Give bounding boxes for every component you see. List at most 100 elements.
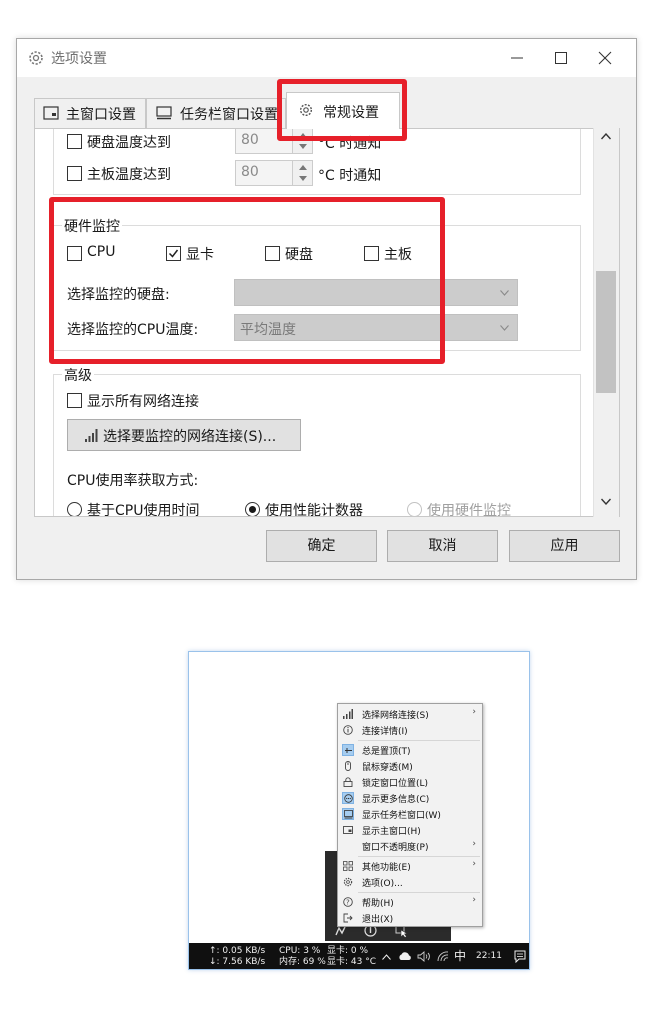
menu-item-mouse-through[interactable]: 鼠标穿透(M): [339, 758, 482, 774]
maximize-button[interactable]: [539, 39, 583, 77]
memory-usage: 内存: 69 %: [279, 957, 326, 967]
chevron-right-icon: ›: [472, 839, 476, 849]
cancel-button[interactable]: 取消: [387, 530, 498, 562]
chevron-up-icon[interactable]: [382, 954, 391, 960]
system-clock[interactable]: 22:11: [476, 951, 502, 962]
menu-separator: [358, 856, 480, 857]
close-icon: [598, 51, 612, 65]
minimize-button[interactable]: [495, 39, 539, 77]
advanced-group-title: 高级: [62, 365, 94, 385]
signal-icon: [85, 429, 98, 442]
disk-temp-label: 硬盘温度达到: [87, 135, 171, 151]
menu-item-label: 鼠标穿透(M): [362, 763, 413, 773]
menu-item-select-network[interactable]: 选择网络连接(S) ›: [339, 706, 482, 722]
lock-icon: [342, 776, 354, 788]
menu-item-always-on-top[interactable]: 总是置顶(T): [339, 742, 482, 758]
cloud-icon[interactable]: [398, 952, 412, 961]
chevron-up-icon: [299, 165, 307, 170]
board-temp-label: 主板温度达到: [87, 167, 171, 183]
perf-counter-label: 使用性能计数器: [265, 503, 363, 517]
menu-item-label: 锁定窗口位置(L): [362, 779, 429, 789]
vertical-scrollbar[interactable]: [593, 128, 619, 517]
menu-item-label: 退出(X): [362, 915, 394, 925]
spinner-value: 80: [241, 132, 259, 148]
menu-item-label: 选择网络连接(S): [362, 711, 429, 721]
tab-taskbar-window[interactable]: 任务栏窗口设置: [146, 98, 286, 128]
volume-icon[interactable]: [417, 951, 431, 962]
spinner-buttons[interactable]: [292, 161, 312, 185]
menu-item-label: 选项(O)...: [362, 879, 403, 889]
board-temp-spinner[interactable]: 80: [235, 160, 313, 186]
menu-item-label: 其他功能(E): [362, 863, 411, 873]
window-title: 选项设置: [51, 51, 107, 67]
upload-speed: ↑: 0.05 KB/s: [209, 946, 266, 956]
chevron-down-icon[interactable]: [601, 498, 611, 505]
board-temp-checkbox[interactable]: [67, 166, 82, 181]
windows-taskbar: ↑: 0.05 KB/s ↓: 7.56 KB/s CPU: 3 % 内存: 6…: [189, 943, 529, 969]
signal-icon: [342, 708, 354, 720]
wifi-icon[interactable]: [437, 951, 449, 962]
menu-item-label: 窗口不透明度(P): [362, 843, 429, 853]
menu-item-label: 显示主窗口(H): [362, 827, 421, 837]
scrollbar-thumb[interactable]: [596, 271, 616, 393]
tab-main-window[interactable]: 主窗口设置: [34, 98, 146, 128]
cpu-usage: CPU: 3 %: [279, 946, 321, 956]
tab-highlight-box: [277, 79, 407, 141]
disk-temp-checkbox[interactable]: [67, 134, 82, 149]
menu-item-show-more-info[interactable]: 显示更多信息(C): [339, 790, 482, 806]
chevron-up-icon[interactable]: [601, 133, 611, 140]
info-icon: [342, 724, 354, 736]
show-all-connections-label: 显示所有网络连接: [87, 394, 199, 410]
tab-label: 任务栏窗口设置: [180, 107, 278, 123]
hardware-monitor-label: 使用硬件监控: [427, 503, 511, 517]
cpu-time-radio[interactable]: [67, 502, 82, 516]
board-temp-suffix: °C 时通知: [318, 168, 382, 184]
menu-item-lock-position[interactable]: 锁定窗口位置(L): [339, 774, 482, 790]
menu-item-label: 显示更多信息(C): [362, 795, 430, 805]
notification-icon[interactable]: [514, 950, 526, 963]
pin-icon: [342, 744, 354, 756]
maximize-icon: [555, 52, 567, 64]
apply-button[interactable]: 应用: [509, 530, 620, 562]
tray-menu-screenshot: 选择网络连接(S) › 连接详情(I) 总是置顶(T) 鼠标穿透(M) 锁定窗口…: [188, 651, 530, 970]
perf-counter-radio[interactable]: [245, 502, 260, 516]
menu-item-exit[interactable]: 退出(X): [339, 910, 482, 926]
ime-indicator[interactable]: 中: [454, 949, 466, 963]
menu-item-label: 帮助(H): [362, 899, 394, 909]
close-button[interactable]: [583, 39, 627, 77]
chevron-right-icon: ›: [472, 895, 476, 905]
download-speed: ↓: 7.56 KB/s: [209, 957, 266, 967]
cpu-time-label: 基于CPU使用时间: [87, 503, 200, 517]
chevron-down-icon: [299, 176, 307, 181]
hardware-highlight-box: [49, 197, 445, 364]
gear-icon: [29, 51, 43, 65]
menu-item-label: 总是置顶(T): [362, 747, 411, 757]
menu-item-connection-details[interactable]: 连接详情(I): [339, 722, 482, 738]
chevron-down-icon: [500, 290, 509, 296]
minimize-icon: [511, 57, 523, 59]
more-icon: [342, 792, 354, 804]
title-bar[interactable]: 选项设置: [17, 39, 636, 77]
ok-button[interactable]: 确定: [266, 530, 377, 562]
menu-item-label: 连接详情(I): [362, 727, 408, 737]
tray-context-menu: 选择网络连接(S) › 连接详情(I) 总是置顶(T) 鼠标穿透(M) 锁定窗口…: [337, 703, 483, 927]
chevron-down-icon: [299, 144, 307, 149]
select-network-label: 选择要监控的网络连接(S)...: [103, 429, 277, 445]
menu-item-other-functions[interactable]: 其他功能(E) ›: [339, 858, 482, 874]
gpu-temperature: 显卡: 43 °C: [327, 957, 376, 967]
chevron-down-icon: [500, 325, 509, 331]
menu-item-help[interactable]: ? 帮助(H) ›: [339, 894, 482, 910]
spinner-value: 80: [241, 164, 259, 180]
chevron-right-icon: ›: [472, 859, 476, 869]
grid-icon: [342, 860, 354, 872]
show-all-connections-checkbox[interactable]: [67, 393, 82, 408]
menu-item-window-opacity[interactable]: 窗口不透明度(P) ›: [339, 838, 482, 854]
menu-item-show-taskbar-window[interactable]: 显示任务栏窗口(W): [339, 806, 482, 822]
menu-item-options[interactable]: 选项(O)...: [339, 874, 482, 890]
hardware-monitor-radio[interactable]: [407, 502, 422, 516]
mouse-icon: [342, 760, 354, 772]
chevron-right-icon: ›: [472, 707, 476, 717]
menu-item-show-main-window[interactable]: 显示主窗口(H): [339, 822, 482, 838]
select-network-button[interactable]: 选择要监控的网络连接(S)...: [67, 419, 301, 451]
cpu-method-label: CPU使用率获取方式:: [67, 473, 199, 489]
